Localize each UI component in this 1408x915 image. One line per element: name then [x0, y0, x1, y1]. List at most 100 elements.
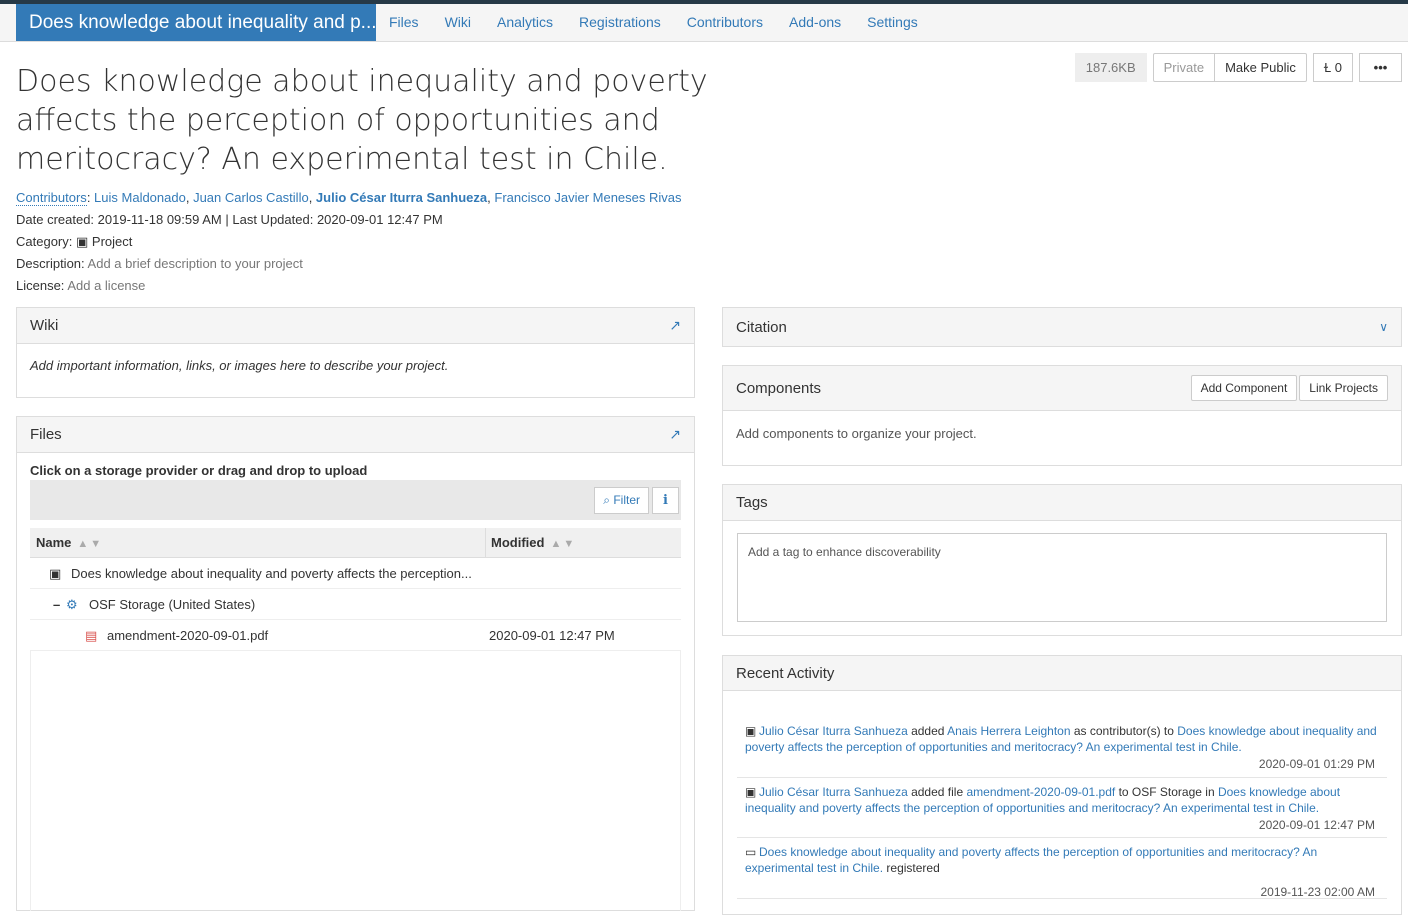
components-panel-title: Components: [736, 379, 822, 397]
files-toolbar: ⌕ Filter i: [30, 480, 681, 520]
nav-addons[interactable]: Add-ons: [776, 4, 854, 41]
project-icon: ▣: [745, 724, 757, 738]
collapse-icon[interactable]: –: [53, 589, 60, 620]
activity-item: ▭ Does knowledge about inequality and pov…: [745, 844, 1385, 900]
nav-analytics[interactable]: Analytics: [484, 4, 566, 41]
file-name: OSF Storage (United States): [89, 597, 256, 612]
license-label: License:: [16, 278, 65, 293]
name-column-header[interactable]: Name ▲▼: [36, 528, 103, 559]
project-icon: ▣: [745, 785, 757, 799]
activity-user-link[interactable]: Julio César Iturra Sanhueza: [759, 785, 908, 799]
storage-gear-icon: ⚙: [66, 597, 78, 612]
contributor-link[interactable]: Francisco Javier Meneses Rivas: [494, 190, 681, 205]
activity-verb: added file: [907, 785, 967, 799]
page-title: Does knowledge about inequality and pove…: [16, 64, 708, 177]
description-placeholder[interactable]: Add a brief description to your project: [88, 256, 303, 271]
make-public-button[interactable]: Make Public: [1215, 53, 1307, 82]
files-upload-hint: Click on a storage provider or drag and …: [30, 463, 368, 478]
modified-column-header[interactable]: Modified ▲▼: [491, 528, 576, 559]
files-panel-header: Files ↗: [17, 417, 694, 453]
cube-icon: ▣: [49, 566, 62, 581]
contributor-link[interactable]: Luis Maldonado: [94, 190, 186, 205]
filter-label: Filter: [613, 493, 640, 507]
components-actions: Add Component Link Projects: [1190, 375, 1388, 401]
components-panel: Components Add Component Link Projects A…: [722, 365, 1402, 466]
table-row[interactable]: ▤ amendment-2020-09-01.pdf 2020-09-01 12…: [30, 620, 681, 651]
files-panel: Files ↗ Click on a storage provider or d…: [16, 416, 695, 911]
contributors-line: Contributors: Luis Maldonado, Juan Carlo…: [16, 190, 682, 206]
dates-line: Date created: 2019-11-18 09:59 AM | Last…: [16, 212, 443, 227]
monitor-icon: ▭: [745, 845, 757, 859]
components-body: Add components to organize your project.: [736, 426, 977, 441]
external-link-icon[interactable]: ↗: [669, 426, 681, 443]
category-label: Category:: [16, 234, 73, 249]
file-name: Does knowledge about inequality and pove…: [71, 566, 472, 581]
sort-icon[interactable]: ▲▼: [77, 538, 103, 550]
license-line: License: Add a license: [16, 278, 145, 294]
nav-registrations[interactable]: Registrations: [566, 4, 674, 41]
description-line: Description: Add a brief description to …: [16, 256, 303, 272]
files-empty-area: [30, 651, 681, 911]
activity-text: as contributor(s) to: [1070, 724, 1178, 738]
date-created-label: Date created:: [16, 212, 95, 227]
components-panel-header: Components Add Component Link Projects: [723, 366, 1401, 411]
contributor-link[interactable]: Julio César Iturra Sanhueza: [316, 190, 487, 205]
activity-item: ▣ Julio César Iturra Sanhueza added file …: [745, 784, 1385, 833]
table-row[interactable]: – ⚙ OSF Storage (United States): [30, 589, 681, 620]
tags-panel-title: Tags: [736, 494, 768, 511]
filter-button[interactable]: ⌕ Filter: [594, 487, 649, 514]
storage-size-badge: 187.6KB: [1074, 53, 1147, 82]
wiki-panel-title: Wiki: [30, 317, 59, 334]
nav-wiki[interactable]: Wiki: [432, 4, 484, 41]
fork-icon: Ɫ: [1323, 60, 1332, 75]
nav-contributors[interactable]: Contributors: [674, 4, 776, 41]
project-navbar: Does knowledge about inequality and p...…: [0, 4, 1408, 42]
tags-panel-header: Tags: [723, 485, 1401, 521]
link-projects-button[interactable]: Link Projects: [1299, 375, 1388, 401]
category-line: Category: ▣ Project: [16, 234, 132, 250]
info-button[interactable]: i: [652, 487, 679, 514]
name-column-label: Name: [36, 535, 72, 550]
citation-panel-title: Citation: [736, 318, 787, 336]
activity-target-link[interactable]: amendment-2020-09-01.pdf: [966, 785, 1115, 799]
last-updated-label: Last Updated:: [232, 212, 314, 227]
recent-activity-panel: Recent Activity ▣ Julio César Iturra Sanh…: [722, 655, 1402, 915]
description-label: Description:: [16, 256, 85, 271]
contributors-label[interactable]: Contributors: [16, 190, 87, 206]
activity-panel-title: Recent Activity: [736, 664, 835, 682]
activity-project-link[interactable]: Does knowledge about inequality and pove…: [745, 845, 1317, 875]
activity-user-link[interactable]: Julio César Iturra Sanhueza: [759, 724, 908, 738]
table-row[interactable]: ▣ Does knowledge about inequality and po…: [30, 558, 681, 589]
file-modified: 2020-09-01 12:47 PM: [489, 628, 615, 643]
cube-icon: ▣: [76, 234, 89, 249]
nav-files[interactable]: Files: [376, 4, 432, 41]
more-options-button[interactable]: •••: [1359, 53, 1402, 82]
nav-project-title[interactable]: Does knowledge about inequality and p...: [16, 4, 376, 41]
files-panel-title: Files: [30, 426, 62, 443]
chevron-down-icon[interactable]: ∨: [1379, 320, 1388, 334]
activity-divider: [737, 837, 1387, 838]
private-button[interactable]: Private: [1152, 53, 1216, 82]
activity-target-link[interactable]: Anais Herrera Leighton: [947, 724, 1070, 738]
nav-items: Files Wiki Analytics Registrations Contr…: [376, 4, 931, 41]
date-created-value: 2019-11-18 09:59 AM: [97, 212, 222, 227]
column-divider: [485, 528, 486, 558]
contributor-link[interactable]: Juan Carlos Castillo: [193, 190, 309, 205]
add-component-button[interactable]: Add Component: [1190, 375, 1298, 401]
wiki-panel-header: Wiki ↗: [17, 308, 694, 344]
tags-input[interactable]: Add a tag to enhance discoverability: [737, 533, 1387, 622]
license-placeholder[interactable]: Add a license: [67, 278, 145, 293]
category-value: Project: [91, 234, 133, 249]
fork-button[interactable]: Ɫ 0: [1312, 53, 1353, 82]
sort-icon[interactable]: ▲▼: [550, 538, 576, 550]
citation-panel-header[interactable]: Citation ∨: [723, 308, 1401, 346]
search-icon: ⌕: [603, 493, 610, 507]
activity-divider: [737, 777, 1387, 778]
nav-settings[interactable]: Settings: [854, 4, 931, 41]
activity-verb: added: [907, 724, 948, 738]
file-name: amendment-2020-09-01.pdf: [107, 628, 269, 643]
citation-panel[interactable]: Citation ∨: [722, 307, 1402, 347]
external-link-icon[interactable]: ↗: [669, 317, 681, 334]
activity-time: 2020-09-01 01:29 PM: [1258, 757, 1375, 771]
project-actions: 187.6KB Private Make Public Ɫ 0 •••: [1074, 53, 1402, 82]
